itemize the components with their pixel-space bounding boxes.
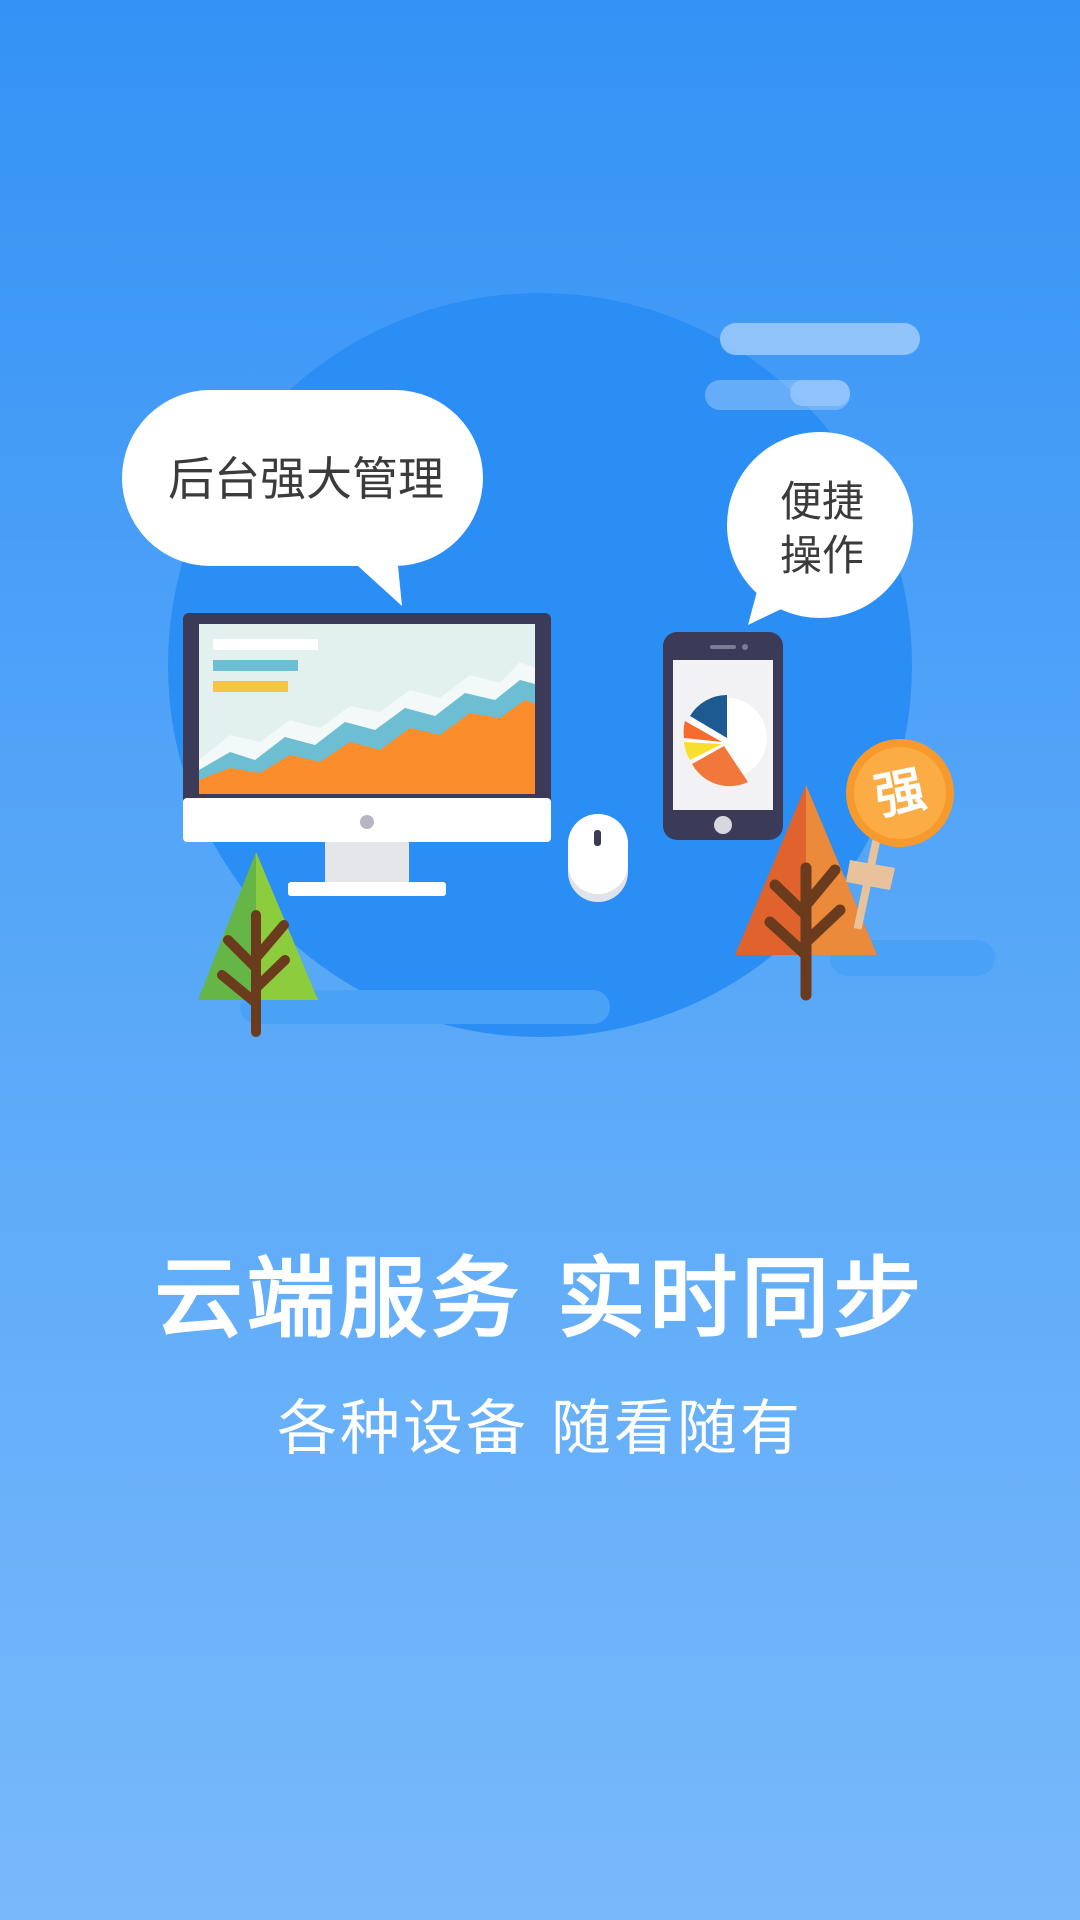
screen-bar-yellow	[213, 681, 288, 692]
bubble-text-operation-line2: 操作	[780, 531, 864, 580]
bubble-text-operation-line1: 便捷	[780, 477, 864, 526]
smartphone	[663, 632, 783, 840]
monitor-power-dot	[360, 815, 374, 829]
bubble-text-management: 后台强大管理	[168, 452, 444, 506]
monitor-screen-chart	[199, 624, 535, 794]
welcome-illustration: 后台强大管理 便捷 操作 强	[122, 293, 995, 1037]
headline-title: 云端服务 实时同步	[154, 1247, 926, 1350]
screen-bar-white	[213, 639, 318, 650]
screen-bar-teal	[213, 660, 298, 671]
phone-home-button	[714, 816, 732, 834]
mouse	[568, 814, 628, 902]
headline-subtitle: 各种设备 随看随有	[276, 1394, 804, 1464]
